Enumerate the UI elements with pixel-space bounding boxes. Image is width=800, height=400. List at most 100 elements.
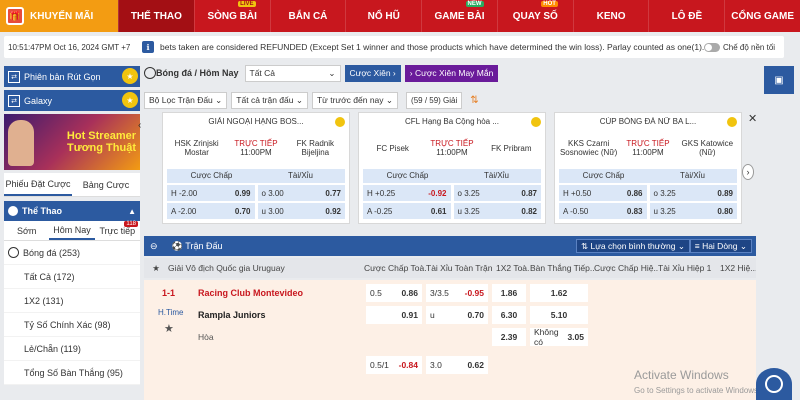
- lucky-parlay-button[interactable]: › Cược Xiên May Mắn: [404, 64, 499, 82]
- featured-cards: GIẢI NGOẠI HẠNG BOS... HSK Zrinjski Most…: [144, 112, 762, 224]
- odds-cell[interactable]: A -0.25 0.61: [363, 203, 451, 219]
- parlay-button[interactable]: Cược Xiên ›: [344, 64, 401, 82]
- side-label: A: [171, 206, 176, 216]
- list-item[interactable]: Tất Cả (172): [4, 265, 140, 289]
- nav-fishing[interactable]: BẮN CÁ: [269, 0, 346, 32]
- nav-sports[interactable]: THỂ THAO: [118, 0, 194, 32]
- list-item[interactable]: Lẻ/Chẵn (119): [4, 337, 140, 361]
- time-filter-select[interactable]: Từ trước đến nay ⌄: [311, 91, 399, 109]
- odds-cell[interactable]: 1.86: [492, 284, 526, 302]
- line-value: -2.00: [178, 206, 197, 216]
- market-select[interactable]: Tất Cả ⌄: [244, 64, 341, 82]
- card-live-label: TRỰC TIẾP: [430, 139, 474, 148]
- tab-today[interactable]: Hôm Nay: [49, 221, 95, 240]
- featured-card[interactable]: CFL Hạng Ba Cộng hòa ... FC Pisek TRỰC T…: [358, 112, 546, 224]
- card-home-team: HSK Zrinjski Mostar: [174, 139, 219, 157]
- nav-keno[interactable]: KENO: [572, 0, 649, 32]
- featured-card[interactable]: CÚP BÓNG ĐÁ NỮ BA L... KKS Czarni Sosnow…: [554, 112, 742, 224]
- odds-cell[interactable]: u 3.25 0.82: [453, 203, 541, 219]
- dark-mode-toggle[interactable]: Chế độ nền tối: [704, 42, 784, 52]
- odds-cell[interactable]: 6.30: [492, 306, 526, 324]
- odds-cell[interactable]: 1.62: [530, 284, 588, 302]
- nav-game-portal[interactable]: CỔNG GAME: [724, 0, 800, 32]
- odds-cell[interactable]: H -2.00 0.99: [167, 185, 255, 201]
- compact-version-button[interactable]: ⇄ Phiên bản Rút Gọn ★: [4, 66, 140, 87]
- odds-cell[interactable]: H +0.50 0.86: [559, 185, 647, 201]
- league-filter-select[interactable]: Bộ Lọc Trận Đấu ⌄: [144, 91, 228, 109]
- odds-cell[interactable]: 3/3.5 -0.95: [426, 284, 488, 302]
- sort-arrows-icon[interactable]: ⇅: [470, 95, 478, 106]
- chevron-down-icon: ⌄: [739, 240, 747, 251]
- tab-bet-list[interactable]: Bảng Cược: [72, 173, 140, 196]
- card-handicap-header: Cược Chấp: [190, 171, 233, 180]
- chevron-down-icon: ⌄: [677, 240, 685, 251]
- odd-value: 1.62: [550, 288, 568, 298]
- galaxy-button[interactable]: ⇄ Galaxy ★: [4, 90, 140, 111]
- list-item[interactable]: Tỷ Số Chính Xác (98): [4, 313, 140, 337]
- watermark-line1: Activate Windows: [634, 368, 729, 382]
- tab-early[interactable]: Sớm: [4, 221, 49, 240]
- away-team[interactable]: Rampla Juniors: [198, 310, 266, 320]
- tab-bet-slip[interactable]: Phiếu Đặt Cược: [4, 173, 72, 196]
- odds-cell[interactable]: 0.5 0.86: [366, 284, 422, 302]
- card-home-team: FC Pisek: [376, 143, 409, 153]
- league-count: (59 / 59) Giải: [406, 91, 463, 109]
- sort-select[interactable]: ⇅ Lựa chọn bình thường ⌄: [575, 239, 690, 253]
- chevron-down-icon: ⌄: [328, 67, 336, 78]
- odds-cell[interactable]: A -2.00 0.70: [167, 203, 255, 219]
- odds-cell[interactable]: Không có 3.05: [530, 327, 588, 347]
- odds-cell[interactable]: u 3.25 0.80: [649, 203, 737, 219]
- close-icon[interactable]: ✕: [748, 112, 757, 125]
- odd-value: 0.89: [717, 188, 733, 198]
- odds-cell[interactable]: o 3.25 0.89: [649, 185, 737, 201]
- nav-label: GAME BÀI: [434, 10, 485, 22]
- toggle-switch-icon[interactable]: [704, 42, 720, 52]
- hot-badge: HOT: [541, 1, 558, 7]
- watermark-line2: Go to Settings to activate Windows.: [634, 386, 761, 395]
- chat-bubble-icon[interactable]: [756, 368, 792, 400]
- info-icon[interactable]: ℹ: [142, 41, 154, 53]
- market-select-value: Tất Cả: [249, 68, 276, 78]
- nav-lottery[interactable]: HOT QUAY SỐ: [496, 0, 573, 32]
- home-team[interactable]: Racing Club Montevideo: [198, 288, 303, 298]
- dark-mode-label: Chế độ nền tối: [723, 42, 776, 52]
- chevron-right-icon[interactable]: ›: [742, 164, 754, 180]
- favorite-star-icon[interactable]: ★: [164, 322, 174, 335]
- list-item[interactable]: Tổng Số Bàn Thắng (95): [4, 361, 140, 385]
- odds-cell[interactable]: 2.39: [492, 328, 526, 346]
- side-label: u: [261, 206, 266, 216]
- chevron-down-icon: ⌄: [215, 94, 223, 105]
- line-value: +0.25: [375, 188, 396, 198]
- favorite-star-icon[interactable]: ★: [144, 263, 168, 274]
- bet-slip-side-tab[interactable]: ▣: [764, 66, 794, 94]
- line-value: -0.25: [374, 206, 393, 216]
- all-matches-select[interactable]: Tất cả trận đấu ⌄: [231, 91, 308, 109]
- featured-card[interactable]: GIẢI NGOẠI HẠNG BOS... HSK Zrinjski Most…: [162, 112, 350, 224]
- line-value: 3.25: [464, 188, 480, 198]
- match-section-header[interactable]: ⊖ ⚽ Trận Đấu ⇅ Lựa chọn bình thường ⌄ ≡ …: [144, 236, 756, 256]
- odds-cell[interactable]: 0.91: [366, 306, 422, 324]
- list-item-football[interactable]: Bóng đá (253): [4, 241, 140, 265]
- odds-cell[interactable]: 3.0 0.62: [426, 356, 488, 374]
- nav-slots[interactable]: NỔ HŨ: [345, 0, 421, 32]
- odds-cell[interactable]: u 0.70: [426, 306, 488, 324]
- coin-icon: [531, 117, 541, 127]
- sports-header[interactable]: Thể Thao ▲: [4, 201, 140, 221]
- card-kickoff: 11:00PM: [240, 148, 272, 157]
- hot-streamer-banner[interactable]: Hot Streamer Tương Thuật: [4, 114, 140, 170]
- side-label: A: [563, 206, 568, 216]
- odds-cell[interactable]: o 3.00 0.77: [257, 185, 345, 201]
- odds-cell[interactable]: 0.5/1 -0.84: [366, 356, 422, 374]
- odds-cell[interactable]: o 3.25 0.87: [453, 185, 541, 201]
- nav-casino[interactable]: LIVE SÒNG BÀI: [193, 0, 270, 32]
- nav-lode[interactable]: LÔ ĐỀ: [648, 0, 724, 32]
- lines-select[interactable]: ≡ Hai Dòng ⌄: [689, 239, 752, 253]
- promo-button[interactable]: 🎁 KHUYẾN MÃI: [0, 0, 118, 32]
- odds-cell[interactable]: A -0.50 0.83: [559, 203, 647, 219]
- nav-card-games[interactable]: NEW GAME BÀI: [421, 0, 497, 32]
- odds-cell[interactable]: u 3.00 0.92: [257, 203, 345, 219]
- odds-cell[interactable]: H +0.25 -0.92: [363, 185, 451, 201]
- list-item[interactable]: 1X2 (131): [4, 289, 140, 313]
- coin-icon: [727, 117, 737, 127]
- odds-cell[interactable]: 5.10: [530, 306, 588, 324]
